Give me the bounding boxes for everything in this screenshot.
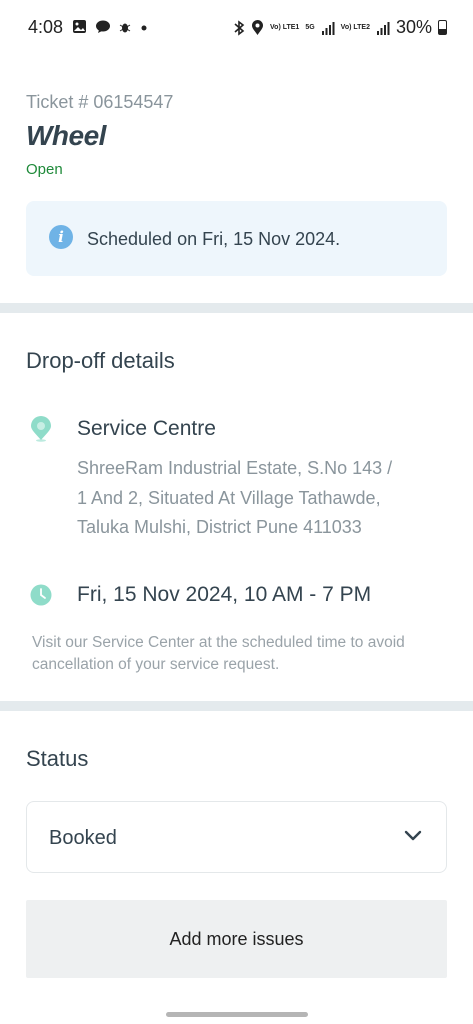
- add-more-issues-button[interactable]: Add more issues: [26, 900, 447, 978]
- dropoff-slot: Fri, 15 Nov 2024, 10 AM - 7 PM: [77, 583, 372, 606]
- 5g-indicator: 5G: [305, 24, 315, 31]
- status-bar: 4:08 Vo) LTE1 5G Vo) LTE2 30%: [0, 0, 473, 56]
- home-indicator[interactable]: [166, 1012, 308, 1017]
- chat-icon: [96, 20, 110, 33]
- lte1-indicator: Vo) LTE1: [270, 24, 300, 31]
- schedule-banner: i Scheduled on Fri, 15 Nov 2024.: [26, 201, 447, 276]
- battery-icon: [438, 20, 447, 35]
- schedule-text: Scheduled on Fri, 15 Nov 2024.: [87, 229, 341, 249]
- signal-icon: [376, 21, 390, 35]
- dot-icon: [141, 25, 147, 30]
- section-divider: [0, 701, 473, 711]
- location-pin-icon: [31, 416, 51, 442]
- ticket-number: Ticket # 06154547: [26, 92, 174, 112]
- clock-icon: [30, 584, 52, 606]
- location-icon: [252, 19, 264, 35]
- bug-icon: [119, 23, 131, 32]
- service-centre-name: Service Centre: [77, 417, 216, 440]
- gallery-icon: [73, 20, 86, 33]
- ticket-status: Open: [26, 161, 63, 178]
- signal-icon: [321, 21, 335, 35]
- ticket-title: Wheel: [26, 120, 106, 151]
- info-icon: i: [49, 225, 73, 249]
- lte2-indicator: Vo) LTE2: [340, 24, 370, 31]
- chevron-down-icon[interactable]: [404, 830, 422, 842]
- service-centre-address: ShreeRam Industrial Estate, S.No 143 / 1…: [77, 458, 393, 537]
- section-divider: [0, 303, 473, 313]
- system-icons: Vo) LTE1 5G Vo) LTE2 30%: [233, 17, 447, 38]
- notification-icons: [72, 19, 149, 34]
- status-time: 4:08: [28, 17, 64, 37]
- bluetooth-icon: [234, 19, 245, 36]
- battery-percent: 30%: [395, 17, 432, 37]
- status-heading: Status: [26, 746, 89, 771]
- visit-note: Visit our Service Center at the schedule…: [32, 634, 405, 673]
- status-dropdown[interactable]: Booked: [26, 801, 447, 873]
- dropoff-heading: Drop-off details: [26, 348, 175, 373]
- status-selected-value: Booked: [49, 827, 117, 849]
